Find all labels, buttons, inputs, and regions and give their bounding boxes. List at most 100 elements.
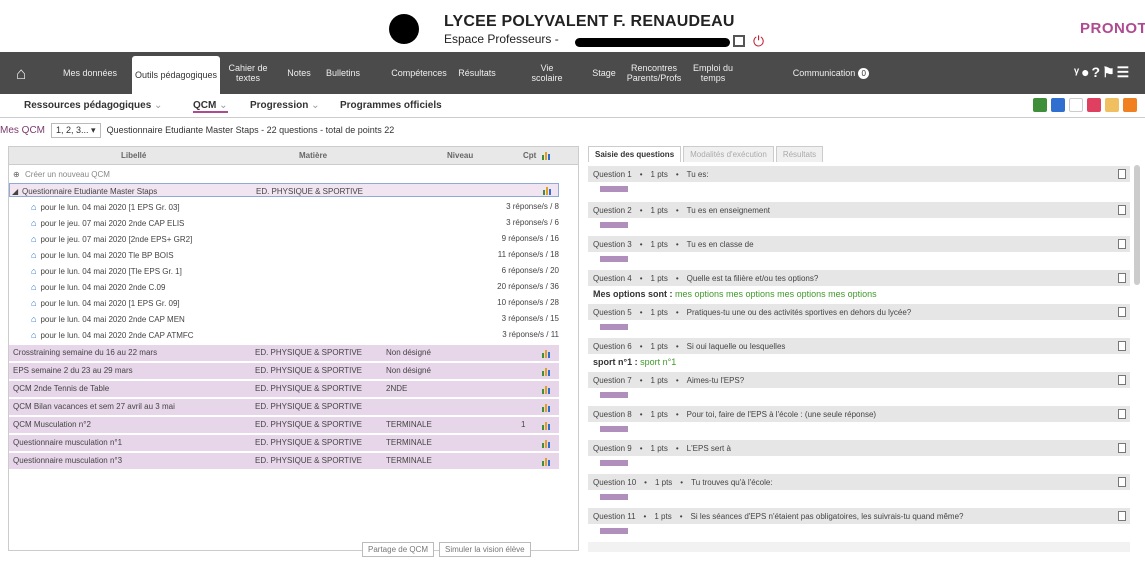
col-matiere[interactable]: Matière	[299, 151, 327, 160]
question-row[interactable]: Question 9 • 1 pts • L'EPS sert à	[588, 440, 1130, 456]
edit-icon[interactable]	[1118, 477, 1126, 487]
subnav-progression[interactable]: Progression ⌄	[250, 100, 320, 111]
question-row[interactable]: Question 3 • 1 pts • Tu es en classe de	[588, 236, 1130, 252]
nav-emploi-du-temps[interactable]: Emploi du temps	[688, 52, 738, 94]
social-icons[interactable]: ᵞ●?⚑☰	[1074, 64, 1131, 81]
session-row[interactable]: ⌂ pour le jeu. 07 mai 2020 2nde CAP ELIS 3…	[9, 215, 559, 229]
session-row[interactable]: ⌂ pour le lun. 04 mai 2020 Tle BP BOIS 11 …	[9, 247, 559, 261]
chart-icon[interactable]	[542, 457, 551, 466]
tab-modalites[interactable]: Modalités d'exécution	[683, 146, 774, 162]
edit-icon[interactable]	[1118, 239, 1126, 249]
tab-saisie[interactable]: Saisie des questions	[588, 146, 682, 162]
create-qcm-row[interactable]: ⊕ Créer un nouveau QCM	[9, 167, 559, 181]
session-row[interactable]: ⌂ pour le lun. 04 mai 2020 [1 EPS Gr. 09]…	[9, 295, 559, 309]
table-row[interactable]: Crosstraining semaine du 16 au 22 mars ED…	[9, 345, 559, 362]
col-cpt[interactable]: Cpt	[523, 151, 536, 160]
session-row[interactable]: ⌂ pour le lun. 04 mai 2020 [Tle EPS Gr. 1…	[9, 263, 559, 277]
question-row-partial[interactable]	[588, 542, 1130, 552]
subnav-programmes-label: Programmes officiels	[340, 100, 442, 111]
subnav-ressources[interactable]: Ressources pédagogiques ⌄	[24, 100, 162, 111]
chart-icon[interactable]	[543, 186, 552, 195]
edit-icon[interactable]	[1118, 443, 1126, 453]
qcm-niveau: TERMINALE	[386, 420, 432, 429]
question-points: 1 pts	[654, 511, 672, 521]
nav-communication[interactable]: Communication 0	[786, 52, 876, 94]
nav-mes-donnees[interactable]: Mes données	[50, 52, 130, 94]
session-row[interactable]: ⌂ pour le lun. 04 mai 2020 [1 EPS Gr. 03]…	[9, 199, 559, 213]
qcm-label: Crosstraining semaine du 16 au 22 mars	[13, 348, 158, 357]
folder-icon[interactable]	[1105, 98, 1119, 112]
chart-icon[interactable]	[542, 403, 551, 412]
space-label: Espace Professeurs -	[444, 32, 559, 46]
question-row[interactable]: Question 11 • 1 pts • Si les séances d'EPS n…	[588, 508, 1130, 524]
qr-code-icon[interactable]	[733, 35, 745, 47]
question-row[interactable]: Question 5 • 1 pts • Pratiques-tu une ou des…	[588, 304, 1130, 320]
nav-cahier-de-textes[interactable]: Cahier de textes	[222, 52, 274, 94]
edit-icon[interactable]	[1118, 341, 1126, 351]
question-row[interactable]: Question 10 • 1 pts • Tu trouves qu'à l'écol…	[588, 474, 1130, 490]
question-row[interactable]: Question 6 • 1 pts • Si oui laquelle ou lesq…	[588, 338, 1130, 354]
collapse-icon[interactable]: ◢	[12, 187, 18, 196]
question-row[interactable]: Question 7 • 1 pts • Aimes-tu l'EPS?	[588, 372, 1130, 388]
nav-outils-pedagogiques[interactable]: Outils pédagogiques	[132, 56, 220, 94]
question-row[interactable]: Question 4 • 1 pts • Quelle est ta filière e…	[588, 270, 1130, 286]
session-row[interactable]: ⌂ pour le jeu. 07 mai 2020 [2nde EPS+ GR2…	[9, 231, 559, 245]
qcm-select[interactable]: 1, 2, 3... ▾	[51, 122, 101, 138]
table-row[interactable]: QCM Bilan vacances et sem 27 avril au 3 …	[9, 399, 559, 416]
copy-icon[interactable]	[1069, 98, 1083, 112]
chart-icon[interactable]	[542, 385, 551, 394]
table-row[interactable]: Questionnaire musculation n°1 ED. PHYSIQU…	[9, 435, 559, 452]
nav-competences[interactable]: Compétences	[388, 52, 450, 94]
download-icon[interactable]	[1033, 98, 1047, 112]
edit-icon[interactable]	[1118, 205, 1126, 215]
scrollbar[interactable]	[1134, 165, 1140, 285]
chart-icon[interactable]	[542, 367, 551, 376]
table-row[interactable]: QCM Musculation n°2 ED. PHYSIQUE & SPORTI…	[9, 417, 559, 434]
nav-bulletins[interactable]: Bulletins	[318, 52, 368, 94]
power-icon[interactable]: ⏻	[753, 33, 764, 50]
simuler-vision-button[interactable]: Simuler la vision élève	[439, 542, 531, 557]
nav-vie-scolaire[interactable]: Vie scolaire	[526, 52, 568, 94]
sport-label: sport n°1 :	[593, 357, 638, 367]
session-label-wrap: ⌂ pour le lun. 04 mai 2020 2nde CAP ATMFC	[31, 330, 194, 340]
upload-icon[interactable]	[1051, 98, 1065, 112]
qcm-niveau: Non désigné	[386, 366, 431, 375]
nav-rencontres[interactable]: Rencontres Parents/Profs	[622, 52, 686, 94]
table-row-selected[interactable]: ◢ Questionnaire Etudiante Master Staps E…	[9, 183, 559, 197]
edit-icon[interactable]	[1118, 511, 1126, 521]
session-row[interactable]: ⌂ pour le lun. 04 mai 2020 2nde CAP MEN 3 …	[9, 311, 559, 325]
edit-icon[interactable]	[1118, 409, 1126, 419]
subnav-programmes[interactable]: Programmes officiels	[340, 100, 442, 111]
col-niveau[interactable]: Niveau	[447, 151, 473, 160]
nav-notes[interactable]: Notes	[282, 52, 316, 94]
table-row[interactable]: Questionnaire musculation n°3 ED. PHYSIQU…	[9, 453, 559, 470]
edit-icon[interactable]	[1118, 307, 1126, 317]
chart-icon[interactable]	[542, 439, 551, 448]
question-row[interactable]: Question 2 • 1 pts • Tu es en enseignement	[588, 202, 1130, 218]
home-icon: ⌂	[31, 218, 37, 228]
partage-qcm-button[interactable]: Partage de QCM	[362, 542, 435, 557]
chart-icon[interactable]	[542, 349, 551, 358]
nav-stage[interactable]: Stage	[588, 52, 620, 94]
table-row[interactable]: QCM 2nde Tennis de Table ED. PHYSIQUE & S…	[9, 381, 559, 398]
export-icon[interactable]	[1123, 98, 1137, 112]
session-row[interactable]: ⌂ pour le lun. 04 mai 2020 2nde C.09 20 ré…	[9, 279, 559, 293]
question-number: Question 1	[593, 169, 632, 179]
question-row[interactable]: Question 8 • 1 pts • Pour toi, faire de l'EP…	[588, 406, 1130, 422]
chart-icon[interactable]	[542, 421, 551, 430]
bullet: •	[675, 307, 679, 317]
edit-icon[interactable]	[1118, 169, 1126, 179]
nav-resultats[interactable]: Résultats	[452, 52, 502, 94]
tab-resultats[interactable]: Résultats	[775, 146, 824, 162]
edit-icon[interactable]	[1118, 375, 1126, 385]
col-libelle[interactable]: Libellé	[121, 151, 146, 160]
question-row[interactable]: Question 1 • 1 pts • Tu es:	[588, 166, 1130, 182]
subnav-qcm[interactable]: QCM ⌄	[193, 100, 228, 113]
home-icon: ⌂	[31, 330, 37, 340]
session-row[interactable]: ⌂ pour le lun. 04 mai 2020 2nde CAP ATMFC…	[9, 327, 559, 341]
qcm-niveau: Non désigné	[386, 348, 431, 357]
home-icon[interactable]: ⌂	[16, 64, 26, 84]
delete-icon[interactable]	[1087, 98, 1101, 112]
edit-icon[interactable]	[1118, 273, 1126, 283]
table-row[interactable]: EPS semaine 2 du 23 au 29 mars ED. PHYSIQ…	[9, 363, 559, 380]
